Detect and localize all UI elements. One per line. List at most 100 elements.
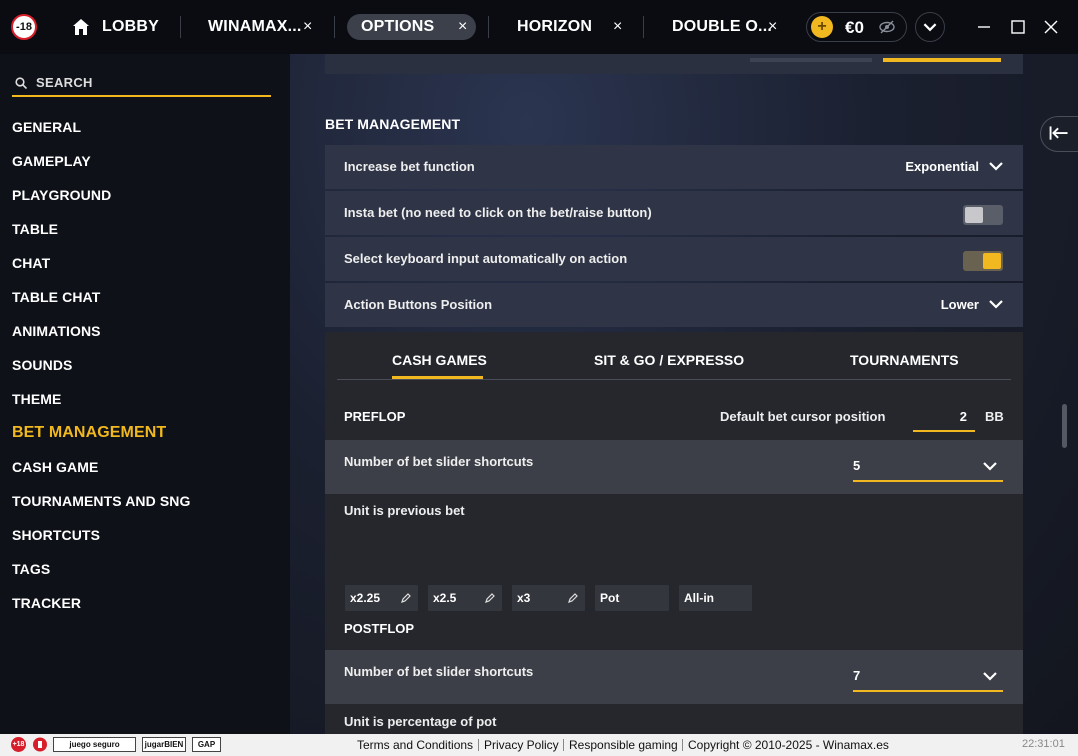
sidebar-item-tournaments-and-sng[interactable]: TOURNAMENTS AND SNG [12,493,190,509]
account-dropdown-button[interactable] [915,12,945,42]
shortcut-chip[interactable]: All-in [679,585,752,611]
insta-bet-row: Insta bet (no need to click on the bet/r… [325,191,1023,235]
toggle-knob [965,207,983,223]
tab-options-label: OPTIONS [361,18,435,35]
home-icon[interactable] [72,18,90,36]
chevron-down-icon [983,672,997,681]
sidebar-item-bet-management[interactable]: BET MANAGEMENT [12,424,166,442]
chevron-down-icon [983,462,997,471]
increase-bet-function-row[interactable]: Increase bet function Exponential [325,145,1023,189]
footer-divider [682,739,683,751]
tab-horizon[interactable]: HORIZON [517,14,592,40]
tab-divider [643,16,644,38]
pencil-icon[interactable] [567,592,579,604]
tab-cash-games[interactable]: CASH GAMES [392,352,487,368]
maximize-icon[interactable] [1008,17,1028,37]
postflop-unit-label: Unit is percentage of pot [344,714,497,729]
close-icon[interactable] [1041,17,1061,37]
pencil-icon[interactable] [484,592,496,604]
shortcut-chip[interactable]: x2.25 [345,585,418,611]
chevron-down-icon[interactable] [989,299,1003,309]
sidebar-item-playground[interactable]: PLAYGROUND [12,187,111,203]
sidebar-item-table-chat[interactable]: TABLE CHAT [12,289,100,305]
sidebar-item-shortcuts[interactable]: SHORTCUTS [12,527,100,543]
primary-button-edge[interactable] [883,58,1001,62]
tab-divider [180,16,181,38]
chip-label: All-in [684,591,714,605]
tab-winamax-close-icon[interactable]: × [303,14,313,40]
row-label: Select keyboard input automatically on a… [344,251,628,266]
chip-label: Pot [600,591,620,605]
preflop-shortcuts-row: Number of bet slider shortcuts 5 [325,440,1023,494]
scrollbar[interactable] [1062,404,1067,448]
footer-divider [478,739,479,751]
responsible-gaming-link[interactable]: Responsible gaming [569,738,678,752]
keyboard-input-row: Select keyboard input automatically on a… [325,237,1023,281]
tab-sit-and-go[interactable]: SIT & GO / EXPRESSO [594,352,744,368]
shortcut-chip[interactable]: x3 [512,585,585,611]
game-type-panel: CASH GAMES SIT & GO / EXPRESSO TOURNAMEN… [325,332,1023,734]
tab-lobby-label: LOBBY [102,18,159,35]
search-placeholder: SEARCH [36,75,93,90]
tab-horizon-close-icon[interactable]: × [613,14,623,40]
sidebar-item-tags[interactable]: TAGS [12,561,50,577]
sidebar-item-general[interactable]: GENERAL [12,119,81,135]
balance-widget[interactable]: + €0 [806,12,907,42]
postflop-shortcuts-row: Number of bet slider shortcuts 7 [325,650,1023,704]
tab-double-o[interactable]: DOUBLE O... [672,14,772,40]
toggle-knob [983,253,1001,269]
row-label: Action Buttons Position [344,297,493,312]
select-value: 5 [853,458,861,473]
search-input[interactable]: SEARCH [12,70,271,97]
sidebar-item-table[interactable]: TABLE [12,221,58,237]
balance-amount: €0 [845,18,864,37]
collapse-panel-button[interactable] [1040,116,1078,152]
row-label: Number of bet slider shortcuts [344,454,534,469]
game-type-tabs: CASH GAMES SIT & GO / EXPRESSO TOURNAMEN… [337,332,1011,380]
eye-slash-icon[interactable] [879,20,895,34]
minimize-icon[interactable] [974,17,994,37]
increase-bet-function-select[interactable]: Exponential [905,159,979,174]
tab-double-o-label: DOUBLE O... [672,18,772,35]
pencil-icon[interactable] [400,592,412,604]
preflop-heading: PREFLOP [344,409,406,424]
settings-panel: BET MANAGEMENT Increase bet function Exp… [290,54,1078,734]
secondary-button-edge[interactable] [750,58,872,62]
coin-icon[interactable]: + [811,16,833,38]
sidebar-item-cash-game[interactable]: CASH GAME [12,459,98,475]
tab-tournaments[interactable]: TOURNAMENTS [850,352,959,368]
bet-cursor-input[interactable]: 2 [913,404,975,432]
sidebar-item-sounds[interactable]: SOUNDS [12,357,73,373]
sidebar-item-gameplay[interactable]: GAMEPLAY [12,153,91,169]
sidebar-item-animations[interactable]: ANIMATIONS [12,323,101,339]
sidebar-item-chat[interactable]: CHAT [12,255,50,271]
tab-options-close-icon[interactable]: × [458,14,468,40]
options-sidebar: SEARCH GENERAL GAMEPLAY PLAYGROUND TABLE… [0,54,290,734]
chip-label: x2.25 [350,591,381,605]
sidebar-item-theme[interactable]: THEME [12,391,62,407]
tab-winamax[interactable]: WINAMAX... [208,14,302,40]
hand-icon [33,737,47,752]
tab-double-o-close-icon[interactable]: × [768,14,778,40]
tab-options[interactable]: OPTIONS [347,14,476,40]
tab-winamax-label: WINAMAX... [208,18,302,35]
action-buttons-position-row[interactable]: Action Buttons Position Lower [325,283,1023,327]
sidebar-item-tracker[interactable]: TRACKER [12,595,81,611]
copyright-text: Copyright © 2010-2025 - Winamax.es [688,738,889,752]
tab-lobby[interactable]: LOBBY [102,14,159,40]
keyboard-input-toggle[interactable] [963,251,1003,271]
bet-cursor-unit: BB [985,409,1004,424]
action-buttons-position-select[interactable]: Lower [941,297,979,312]
chevron-down-icon[interactable] [989,161,1003,171]
preflop-shortcuts-select[interactable]: 5 [853,452,1003,482]
top-bar: -18 LOBBY WINAMAX... × OPTIONS × HORIZON… [0,0,1078,54]
section-title: BET MANAGEMENT [325,116,461,132]
shortcut-chip[interactable]: Pot [595,585,669,611]
insta-bet-toggle[interactable] [963,205,1003,225]
postflop-shortcuts-select[interactable]: 7 [853,662,1003,692]
footer: +18 juego seguro jugarBIEN GAP Terms and… [0,734,1078,756]
privacy-link[interactable]: Privacy Policy [484,738,559,752]
shortcut-chip[interactable]: x2.5 [428,585,502,611]
terms-link[interactable]: Terms and Conditions [357,738,473,752]
bet-cursor-value: 2 [959,409,967,424]
